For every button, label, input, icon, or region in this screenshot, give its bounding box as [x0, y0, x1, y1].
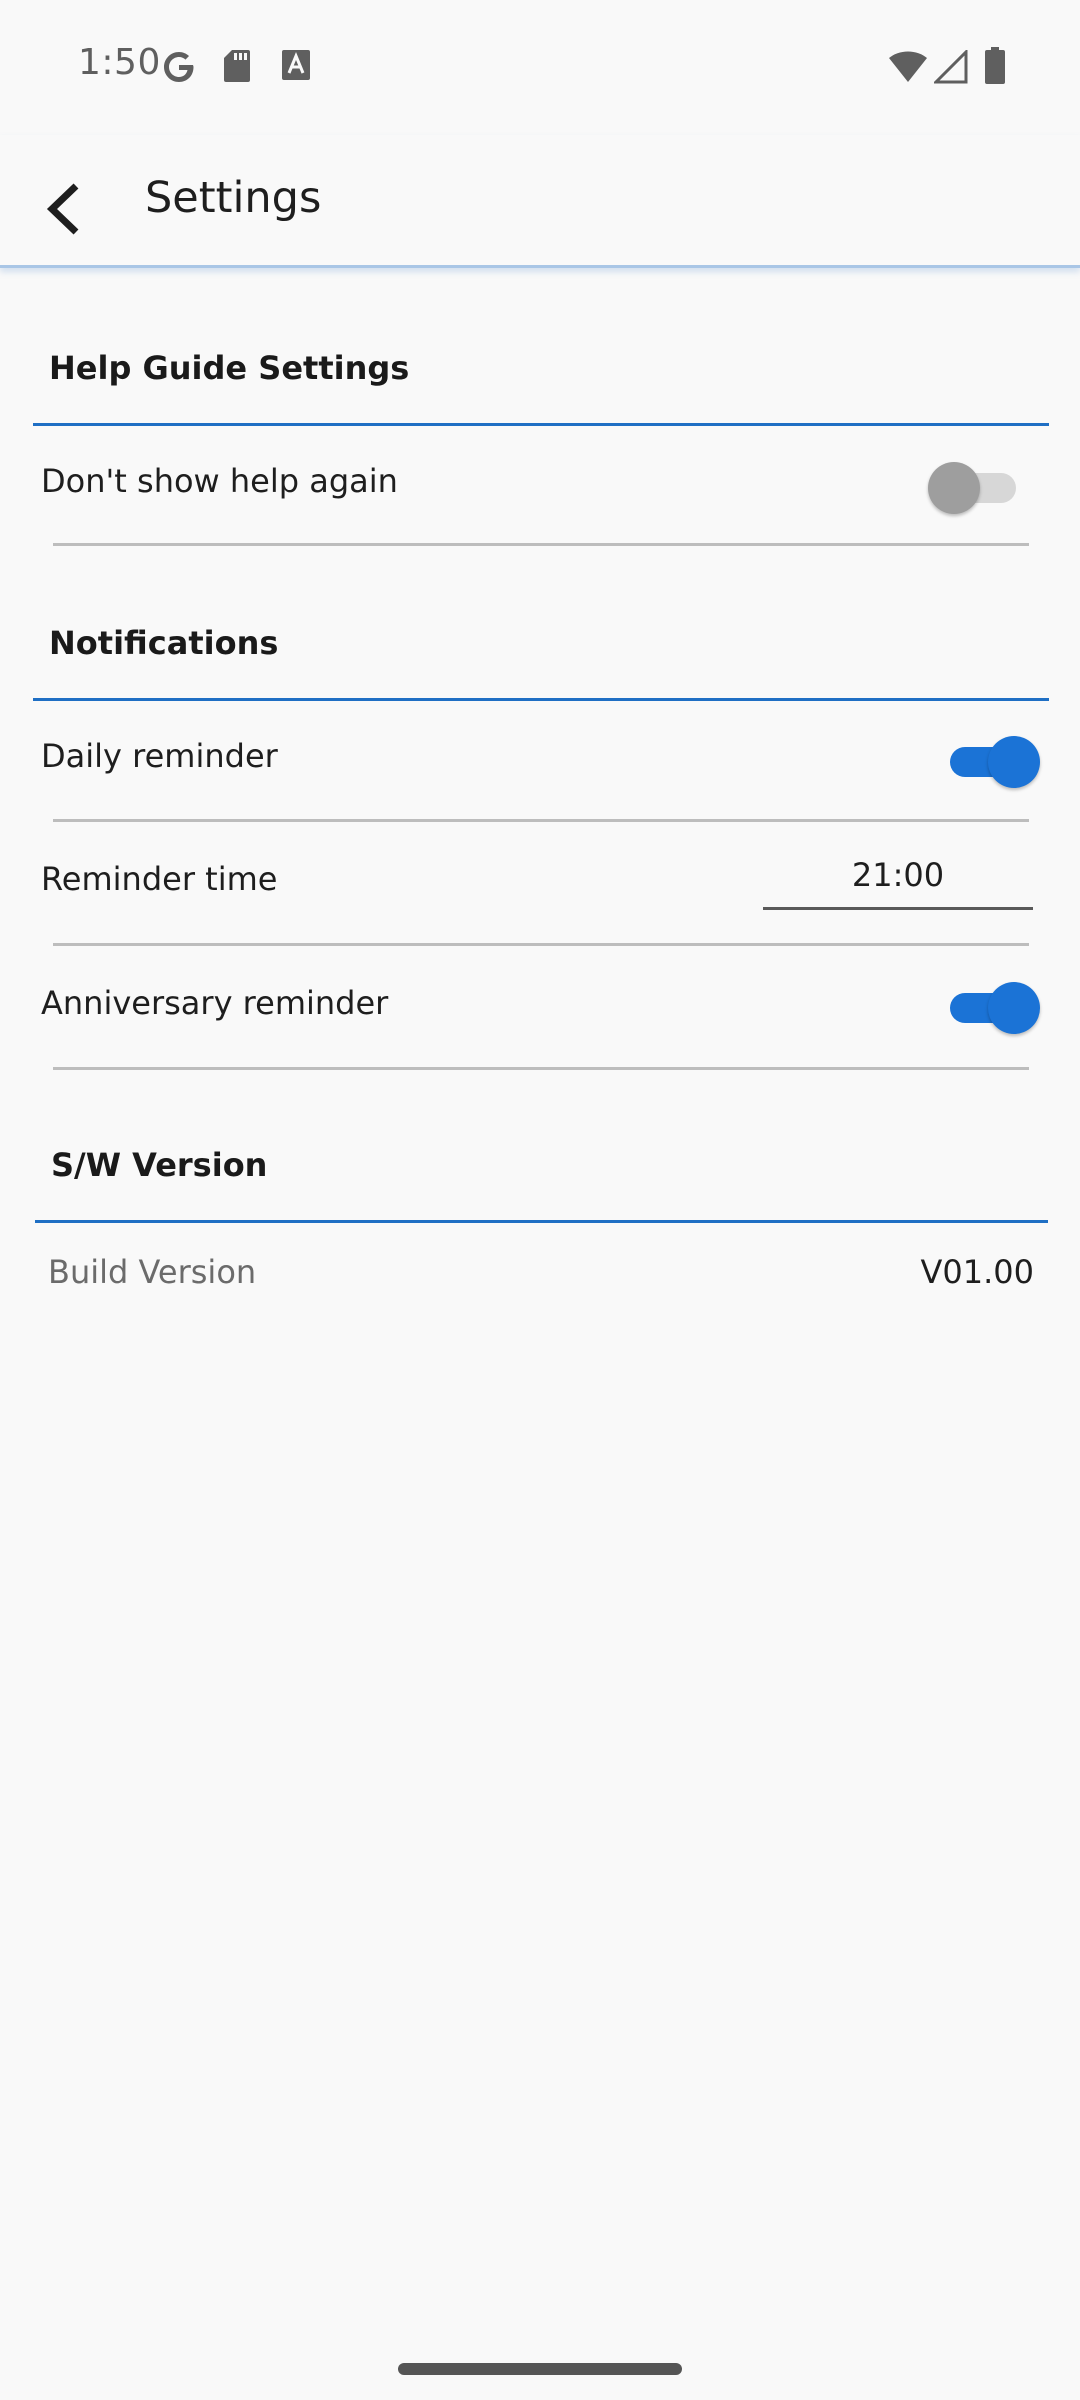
build-version-label: Build Version	[48, 1253, 257, 1291]
font-a-icon	[280, 48, 312, 86]
daily-reminder-toggle[interactable]	[950, 733, 1040, 789]
setting-row-anniversary-reminder[interactable]: Anniversary reminder	[0, 946, 1080, 1066]
home-indicator[interactable]	[398, 2363, 682, 2375]
reminder-time-field[interactable]: 21:00	[763, 856, 1033, 910]
build-version-row: Build Version V01.00	[0, 1223, 1080, 1323]
anniversary-reminder-toggle[interactable]	[950, 979, 1040, 1035]
daily-reminder-label: Daily reminder	[41, 737, 278, 775]
toggle-thumb	[988, 736, 1040, 788]
section-header-version: S/W Version	[35, 1126, 1048, 1223]
toggle-thumb	[988, 982, 1040, 1034]
anniversary-reminder-label: Anniversary reminder	[41, 984, 389, 1022]
section-title-notifications: Notifications	[49, 624, 279, 662]
row-divider	[53, 543, 1029, 546]
chevron-left-icon	[46, 183, 79, 235]
status-time: 1:50	[78, 42, 161, 83]
settings-screen: 1:50 Settings Help Guide Settings Don't …	[0, 0, 1080, 2400]
dont-show-help-label: Don't show help again	[41, 462, 398, 500]
back-button[interactable]	[18, 163, 110, 255]
sd-card-icon	[222, 48, 252, 88]
page-title: Settings	[145, 173, 322, 223]
status-bar: 1:50	[0, 0, 1080, 135]
setting-row-reminder-time: Reminder time 21:00	[0, 822, 1080, 944]
battery-icon	[984, 47, 1006, 89]
section-title-help: Help Guide Settings	[49, 349, 410, 387]
toggle-thumb	[928, 462, 980, 514]
row-divider	[53, 1067, 1029, 1070]
dont-show-help-toggle[interactable]	[928, 459, 1018, 515]
wifi-icon	[888, 50, 928, 88]
google-icon	[160, 48, 198, 90]
signal-icon	[932, 48, 968, 88]
setting-row-dont-show-help[interactable]: Don't show help again	[0, 426, 1080, 546]
setting-row-daily-reminder[interactable]: Daily reminder	[0, 701, 1080, 821]
section-header-help: Help Guide Settings	[33, 330, 1049, 426]
build-version-value: V01.00	[920, 1253, 1035, 1291]
reminder-time-label: Reminder time	[41, 860, 278, 898]
section-title-version: S/W Version	[51, 1146, 268, 1184]
app-bar: Settings	[0, 135, 1080, 268]
section-header-notifications: Notifications	[33, 604, 1049, 701]
